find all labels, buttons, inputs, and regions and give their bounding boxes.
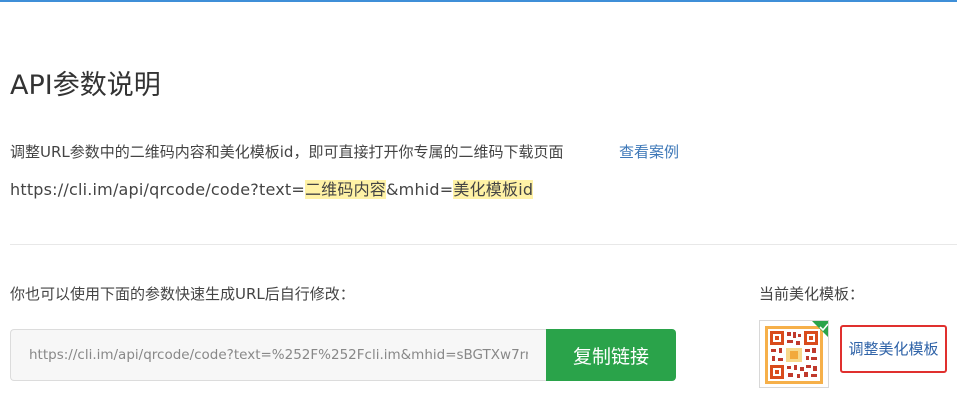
section-divider — [10, 244, 957, 245]
generator-hint: 你也可以使用下面的参数快速生成URL后自行修改： — [10, 285, 355, 303]
url-template-content-param: 二维码内容 — [304, 180, 386, 199]
page-title: API参数说明 — [10, 70, 161, 101]
generated-url-input[interactable] — [10, 329, 546, 381]
description-text: 调整URL参数中的二维码内容和美化模板id，即可直接打开你专属的二维码下载页面 — [10, 143, 564, 161]
current-template-label: 当前美化模板： — [759, 285, 865, 303]
url-template: https://cli.im/api/qrcode/code?text=二维码内… — [10, 178, 534, 202]
view-case-link[interactable]: 查看案例 — [619, 141, 679, 163]
adjust-template-button[interactable]: 调整美化模板 — [840, 325, 947, 373]
top-accent-line — [0, 0, 957, 2]
qr-code-template-icon — [760, 321, 828, 387]
url-template-middle: &mhid= — [385, 180, 454, 199]
template-thumbnail[interactable] — [759, 320, 829, 388]
url-template-prefix: https://cli.im/api/qrcode/code?text= — [10, 180, 305, 199]
copy-link-button[interactable]: 复制链接 — [546, 329, 676, 381]
url-template-template-param: 美化模板id — [453, 180, 534, 199]
